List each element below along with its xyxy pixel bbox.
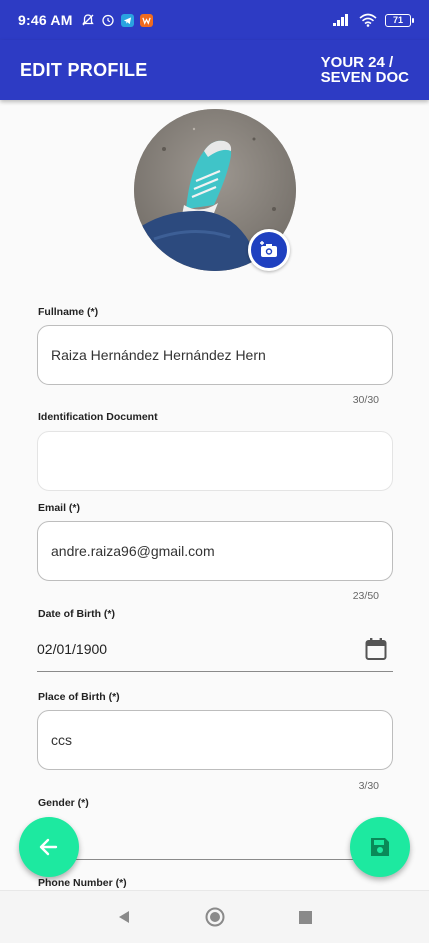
status-time: 9:46 AM — [18, 12, 73, 28]
place-of-birth-label: Place of Birth (*) — [38, 691, 120, 703]
alarm-icon — [101, 14, 114, 27]
identification-label: Identification Document — [38, 411, 158, 423]
system-nav-bar — [0, 890, 429, 943]
avatar-container — [134, 109, 296, 271]
add-photo-icon — [260, 241, 277, 257]
save-icon — [371, 838, 389, 856]
email-label: Email (*) — [38, 502, 81, 514]
nav-home-icon[interactable] — [205, 907, 225, 927]
email-counter: 23/50 — [352, 590, 379, 602]
fullname-value: Raiza Hernández Hernández Hern — [51, 347, 266, 363]
gender-label: Gender (*) — [38, 797, 89, 809]
notifications-off-icon — [81, 14, 94, 26]
calendar-icon[interactable] — [365, 637, 387, 661]
fullname-counter: 30/30 — [352, 394, 379, 406]
battery-icon: 71 — [385, 13, 414, 27]
edit-profile-screen: 9:46 AM 71 EDIT PROFILE YOUR 24 / SEVEN … — [0, 0, 429, 943]
place-of-birth-input[interactable]: ccs — [37, 710, 393, 770]
status-icons-right: 71 — [333, 13, 414, 27]
nav-back-icon[interactable] — [117, 910, 131, 924]
arrow-back-icon — [39, 838, 58, 856]
email-input[interactable]: andre.raiza96@gmail.com — [37, 521, 393, 581]
fullname-input[interactable]: Raiza Hernández Hernández Hern — [37, 325, 393, 385]
dob-input[interactable]: 02/01/1900 — [37, 626, 393, 672]
fullname-label: Fullname (*) — [38, 306, 99, 318]
status-bar: 9:46 AM 71 — [0, 0, 429, 40]
app-logo: YOUR 24 / SEVEN DOC — [321, 55, 409, 85]
save-button[interactable] — [350, 817, 410, 877]
page-title: EDIT PROFILE — [20, 59, 148, 80]
signal-icon — [333, 14, 348, 26]
logo-line-2: SEVEN DOC — [320, 69, 409, 86]
identification-input[interactable] — [37, 431, 393, 491]
nav-recents-icon[interactable] — [299, 910, 312, 924]
place-of-birth-value: ccs — [51, 732, 72, 748]
back-button[interactable] — [19, 817, 79, 877]
dob-value: 02/01/1900 — [37, 640, 108, 657]
status-icons-left — [81, 13, 153, 27]
telegram-icon — [120, 13, 134, 27]
logo-line-1: YOUR 24 / — [320, 54, 394, 71]
battery-level: 71 — [392, 15, 403, 25]
profile-form: Fullname (*) Raiza Hernández Hernández H… — [0, 100, 429, 890]
gender-select[interactable] — [37, 814, 393, 860]
dob-label: Date of Birth (*) — [38, 608, 115, 620]
change-photo-button[interactable] — [248, 229, 290, 271]
app-notification-icon — [139, 13, 153, 27]
wifi-icon — [359, 13, 377, 27]
place-of-birth-counter: 3/30 — [358, 780, 379, 792]
app-bar: EDIT PROFILE YOUR 24 / SEVEN DOC — [0, 40, 429, 100]
phone-label: Phone Number (*) — [38, 877, 127, 889]
email-value: andre.raiza96@gmail.com — [51, 543, 215, 559]
